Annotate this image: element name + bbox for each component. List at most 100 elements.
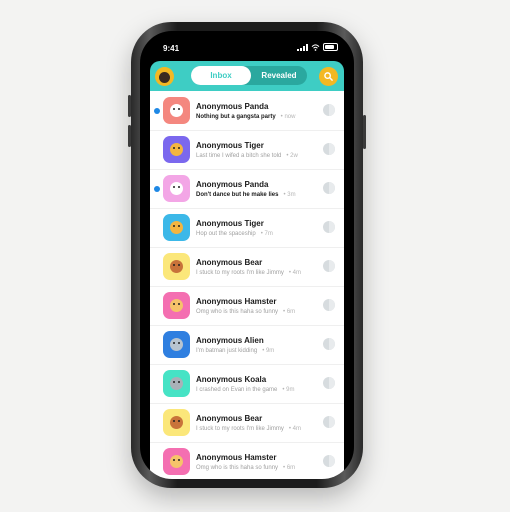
tiger-avatar-icon (163, 214, 190, 241)
message-row[interactable]: Anonymous Tiger Last time I wifed a bitch… (150, 130, 344, 170)
message-preview: I'm batman just kidding • 9m (196, 348, 274, 354)
reveal-toggle-icon[interactable] (323, 338, 335, 350)
reveal-toggle-icon[interactable] (323, 416, 335, 428)
message-list: Anonymous Panda Nothing but a gangsta par… (150, 91, 344, 479)
timestamp-value: 7m (264, 231, 273, 237)
timestamp-value: 3m (287, 192, 296, 198)
timestamp: • 4m (288, 270, 301, 276)
reveal-toggle-icon[interactable] (323, 260, 335, 272)
message-row[interactable]: Anonymous Bear I stuck to my roots I'm li… (150, 403, 344, 443)
message-row[interactable]: Anonymous Hamster Omg who is this haha so… (150, 442, 344, 479)
side-button (128, 95, 131, 117)
message-row[interactable]: Anonymous Panda Don't dance but he make l… (150, 169, 344, 209)
wifi-icon (311, 43, 320, 51)
reveal-toggle-icon[interactable] (323, 377, 335, 389)
phone-screen: 9:41 Inbox Revealed Anonymous Panda Noth… (140, 31, 354, 479)
message-preview: Last time I wifed a bitch she told • 2w (196, 153, 298, 159)
notch (188, 31, 306, 50)
message-preview: Hop out the spaceship • 7m (196, 231, 273, 237)
message-preview: I stuck to my roots I'm like Jimmy • 4m (196, 270, 301, 276)
sender-name: Anonymous Tiger (196, 141, 264, 150)
reveal-toggle-icon[interactable] (323, 299, 335, 311)
message-preview: Don't dance but he make lies • 3m (196, 192, 296, 198)
side-button (363, 115, 366, 149)
message-row[interactable]: Anonymous Alien I'm batman just kidding • … (150, 325, 344, 365)
timestamp: • 4m (288, 426, 301, 432)
koala-avatar-icon (163, 370, 190, 397)
tiger-avatar-icon (163, 136, 190, 163)
preview-text: I crashed on Evan in the game (196, 387, 278, 393)
preview-text: I'm batman just kidding (196, 348, 258, 354)
sender-name: Anonymous Bear (196, 414, 263, 423)
timestamp: • 6m (283, 309, 296, 315)
side-button (128, 125, 131, 147)
message-preview: Omg who is this haha so funny • 6m (196, 465, 295, 471)
message-preview: Nothing but a gangsta party • now (196, 114, 295, 120)
timestamp: • now (280, 114, 296, 120)
timestamp: • 9m (262, 348, 275, 354)
panda-avatar-icon (163, 97, 190, 124)
tab-switcher: Inbox Revealed (191, 66, 307, 85)
reveal-toggle-icon[interactable] (323, 143, 335, 155)
sender-name: Anonymous Panda (196, 102, 269, 111)
message-preview: Omg who is this haha so funny • 6m (196, 309, 295, 315)
sender-name: Anonymous Hamster (196, 453, 277, 462)
timestamp: • 2w (286, 153, 298, 159)
search-button[interactable] (319, 67, 338, 86)
hamster-avatar-icon (163, 292, 190, 319)
preview-text: Last time I wifed a bitch she told (196, 153, 282, 159)
hamster-avatar-icon (163, 448, 190, 475)
preview-text: I stuck to my roots I'm like Jimmy (196, 426, 284, 432)
preview-text: Omg who is this haha so funny (196, 465, 279, 471)
status-icons (297, 43, 338, 51)
preview-text: I stuck to my roots I'm like Jimmy (196, 270, 284, 276)
status-bar: 9:41 (140, 31, 354, 61)
panda-avatar-icon (163, 175, 190, 202)
sender-name: Anonymous Koala (196, 375, 267, 384)
timestamp-value: 4m (292, 426, 301, 432)
timestamp: • 6m (283, 465, 296, 471)
sender-name: Anonymous Tiger (196, 219, 264, 228)
timestamp: • 9m (282, 387, 295, 393)
battery-icon (323, 43, 338, 51)
app-header: Inbox Revealed (150, 61, 344, 91)
timestamp-value: 2w (290, 153, 298, 159)
timestamp: • 7m (260, 231, 273, 237)
bear-avatar-icon (163, 253, 190, 280)
timestamp-value: 9m (286, 387, 295, 393)
preview-text: Don't dance but he make lies (196, 192, 279, 198)
search-icon (324, 72, 333, 81)
sender-name: Anonymous Bear (196, 258, 263, 267)
tab-revealed[interactable]: Revealed (251, 66, 307, 85)
unread-dot (154, 186, 160, 192)
reveal-toggle-icon[interactable] (323, 104, 335, 116)
timestamp-value: 6m (286, 309, 296, 315)
message-row[interactable]: Anonymous Tiger Hop out the spaceship • 7m (150, 208, 344, 248)
message-preview: I stuck to my roots I'm like Jimmy • 4m (196, 426, 301, 432)
sender-name: Anonymous Alien (196, 336, 264, 345)
message-row[interactable]: Anonymous Bear I stuck to my roots I'm li… (150, 247, 344, 287)
alien-avatar-icon (163, 331, 190, 358)
reveal-toggle-icon[interactable] (323, 221, 335, 233)
bear-avatar-icon (163, 409, 190, 436)
avatar[interactable] (155, 67, 174, 86)
tab-inbox[interactable]: Inbox (191, 66, 251, 85)
timestamp-value: 9m (265, 348, 275, 354)
reveal-toggle-icon[interactable] (323, 455, 335, 467)
signal-icon (297, 43, 308, 51)
timestamp: • 3m (283, 192, 296, 198)
message-row[interactable]: Anonymous Koala I crashed on Evan in the … (150, 364, 344, 404)
sender-name: Anonymous Panda (196, 180, 269, 189)
preview-text: Nothing but a gangsta party (196, 114, 276, 120)
preview-text: Omg who is this haha so funny (196, 309, 279, 315)
sender-name: Anonymous Hamster (196, 297, 277, 306)
timestamp-value: 4m (292, 270, 301, 276)
unread-dot (154, 108, 160, 114)
message-row[interactable]: Anonymous Hamster Omg who is this haha so… (150, 286, 344, 326)
status-time: 9:41 (163, 44, 180, 53)
message-preview: I crashed on Evan in the game • 9m (196, 387, 295, 393)
reveal-toggle-icon[interactable] (323, 182, 335, 194)
preview-text: Hop out the spaceship (196, 231, 256, 237)
message-row[interactable]: Anonymous Panda Nothing but a gangsta par… (150, 91, 344, 131)
timestamp-value: 6m (286, 465, 296, 471)
